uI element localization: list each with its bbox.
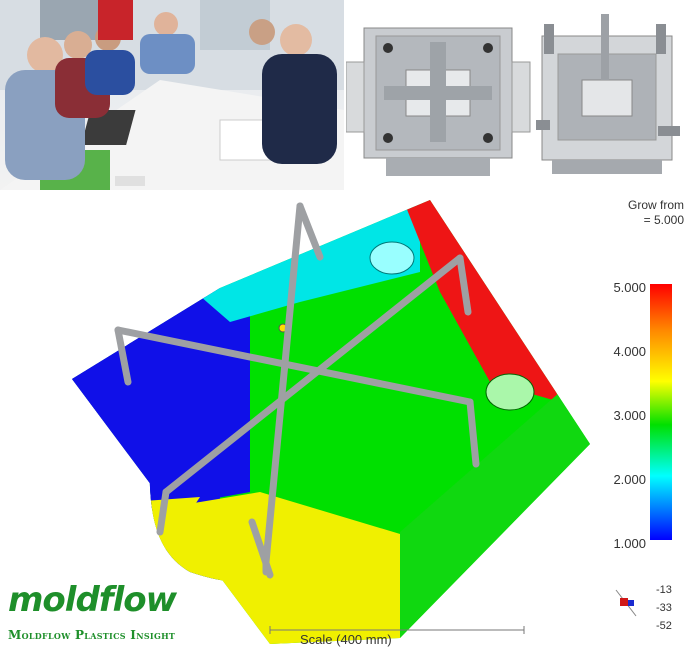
- axis-triad-icon: [615, 589, 637, 617]
- team-photo: [0, 0, 344, 190]
- legend-tick-2: 2.000: [613, 472, 646, 487]
- axis-value-1: -13: [656, 584, 672, 596]
- moldflow-logo-subtitle: Moldflow Plastics Insight: [8, 628, 176, 642]
- legend-tick-1: 1.000: [613, 536, 646, 551]
- moldflow-logo: moldflow: [8, 580, 177, 620]
- grow-from-label: Grow from: [627, 198, 684, 212]
- mold-photo: [346, 0, 690, 190]
- color-legend-bar: [650, 284, 672, 540]
- scale-label: Scale (400 mm): [300, 632, 392, 647]
- legend-tick-5: 5.000: [613, 280, 646, 295]
- grow-from-value: = 5.000: [643, 213, 684, 227]
- legend-tick-3: 3.000: [613, 408, 646, 423]
- mold-photo-drawing: [346, 14, 680, 176]
- axis-value-2: -33: [656, 602, 672, 614]
- axis-value-3: -52: [656, 620, 672, 632]
- legend-tick-4: 4.000: [613, 344, 646, 359]
- team-photo-drawing: [0, 0, 344, 190]
- grow-from-caption: Grow from = 5.000: [628, 198, 684, 228]
